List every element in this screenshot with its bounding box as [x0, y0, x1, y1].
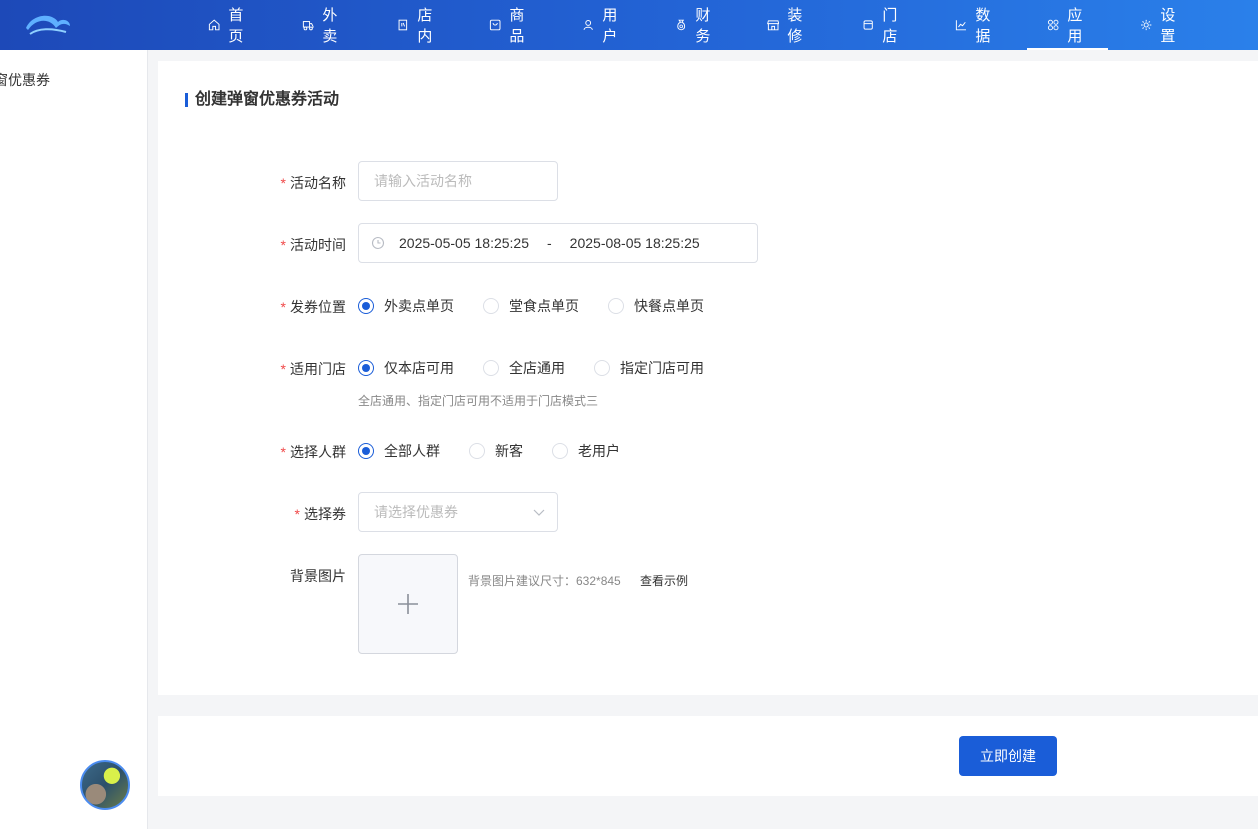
radio-specified-stores[interactable]: 指定门店可用: [594, 358, 704, 378]
radio-new-customers[interactable]: 新客: [469, 441, 523, 461]
shop-icon: [863, 20, 873, 30]
user-icon: [583, 20, 593, 30]
background-image-upload[interactable]: [358, 554, 458, 654]
activity-time-range-picker[interactable]: 2025-05-05 18:25:25 - 2025-08-05 18:25:2…: [358, 223, 758, 263]
radio-dot: [552, 443, 568, 459]
chevron-down-icon: [533, 509, 545, 516]
required-mark: *: [280, 444, 286, 460]
radio-all-stores[interactable]: 全店通用: [483, 358, 565, 378]
coupon-select-placeholder: 请选择优惠券: [374, 504, 458, 520]
required-mark: *: [280, 361, 286, 377]
nav-settings[interactable]: 设置: [1140, 0, 1181, 50]
nav-label: 门店: [882, 7, 898, 45]
radio-dot: [358, 360, 374, 376]
radio-dot: [483, 360, 499, 376]
page-title: 创建弹窗优惠券活动: [185, 91, 339, 109]
coupon-position-radio-group: 外卖点单页 堂食点单页 快餐点单页: [358, 296, 733, 316]
required-mark: *: [280, 299, 286, 315]
store-scope-radio-group: 仅本店可用 全店通用 指定门店可用: [358, 358, 733, 378]
nav-label: 用户: [602, 7, 618, 45]
delivery-icon: [302, 21, 314, 31]
activity-name-input[interactable]: 请输入活动名称: [358, 161, 558, 201]
clock-icon: [371, 236, 385, 250]
form-card: 创建弹窗优惠券活动 * 活动名称 请输入活动名称 * 活动时间 2025-05-05…: [158, 61, 1258, 695]
dine-in-icon: [398, 19, 408, 31]
radio-this-store-only[interactable]: 仅本店可用: [358, 358, 454, 378]
nav-dine-in[interactable]: 店内: [397, 0, 438, 50]
create-now-button[interactable]: 立即创建: [959, 736, 1057, 776]
coupon-select[interactable]: 请选择优惠券: [358, 492, 558, 532]
nav-finance[interactable]: 财务: [675, 0, 716, 50]
money-bag-icon: [677, 19, 686, 31]
radio-dot: [594, 360, 610, 376]
brand-logo[interactable]: [22, 8, 74, 44]
top-navbar: 首页 外卖 店内 商品 用户 财务 装修 门店 数据 应用 设置: [0, 0, 1258, 50]
radio-dot: [469, 443, 485, 459]
nav-data[interactable]: 数据: [955, 0, 996, 50]
action-bar: 立即创建: [158, 716, 1258, 796]
radio-returning-users[interactable]: 老用户: [552, 441, 620, 461]
radio-fast-food-order-page[interactable]: 快餐点单页: [608, 296, 704, 316]
audience-label: * 选择人群: [280, 444, 346, 460]
audience-radio-group: 全部人群 新客 老用户: [358, 441, 649, 461]
nav-store[interactable]: 门店: [862, 0, 903, 50]
activity-name-placeholder: 请输入活动名称: [374, 173, 472, 189]
nav-label: 外卖: [322, 7, 338, 45]
view-example-link[interactable]: 查看示例: [640, 572, 688, 589]
nav-user[interactable]: 用户: [582, 0, 623, 50]
required-mark: *: [280, 237, 286, 253]
radio-dot: [358, 298, 374, 314]
radio-dot: [483, 298, 499, 314]
nav-label: 应用: [1067, 7, 1083, 45]
radio-dine-in-order-page[interactable]: 堂食点单页: [483, 296, 579, 316]
nav-decoration[interactable]: 装修: [767, 0, 808, 50]
coupon-position-label: * 发券位置: [280, 299, 346, 315]
sidebar: 窗优惠券: [0, 50, 148, 829]
gear-icon: [1141, 19, 1152, 31]
storefront-icon: [767, 20, 780, 31]
nav-label: 店内: [417, 7, 433, 45]
coupon-select-label: * 选择券: [294, 506, 346, 522]
nav-label: 设置: [1160, 7, 1176, 45]
nav-goods[interactable]: 商品: [489, 0, 530, 50]
required-mark: *: [280, 175, 286, 191]
nav-label: 财务: [695, 7, 711, 45]
store-scope-hint: 全店通用、指定门店可用不适用于门店模式三: [358, 394, 599, 408]
chart-icon: [955, 20, 966, 31]
home-icon: [208, 19, 220, 31]
nav-label: 商品: [509, 7, 525, 45]
end-date: 2025-08-05 18:25:25: [569, 235, 700, 251]
background-image-label: 背景图片: [290, 568, 346, 584]
activity-name-label: * 活动名称: [280, 175, 346, 191]
required-mark: *: [294, 506, 300, 522]
nav-delivery[interactable]: 外卖: [302, 0, 343, 50]
nav-home[interactable]: 首页: [208, 0, 249, 50]
background-size-hint: 背景图片建议尺寸：632*845: [468, 574, 621, 588]
sidebar-item-popup-coupon[interactable]: 窗优惠券: [0, 70, 50, 90]
start-date: 2025-05-05 18:25:25: [399, 235, 529, 251]
nav-label: 装修: [787, 7, 803, 45]
apps-grid-icon: [1047, 19, 1059, 31]
nav-label: 数据: [975, 7, 991, 45]
store-scope-label: * 适用门店: [280, 361, 346, 377]
date-separator: -: [547, 235, 552, 251]
activity-time-label: * 活动时间: [280, 237, 346, 253]
plus-icon: [398, 594, 418, 614]
radio-dot: [608, 298, 624, 314]
radio-all-audience[interactable]: 全部人群: [358, 441, 440, 461]
radio-delivery-order-page[interactable]: 外卖点单页: [358, 296, 454, 316]
nav-apps[interactable]: 应用: [1026, 0, 1109, 50]
avatar[interactable]: [80, 760, 130, 810]
nav-label: 首页: [228, 7, 244, 45]
goods-icon: [489, 19, 501, 31]
radio-dot: [358, 443, 374, 459]
